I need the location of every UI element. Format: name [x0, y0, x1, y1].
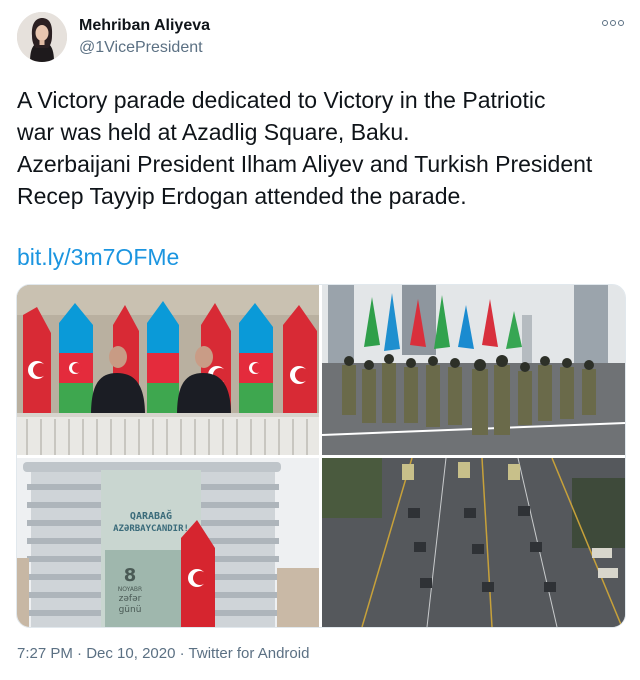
tweet-link[interactable]: bit.ly/3m7OFMe	[17, 244, 179, 271]
banner-date: 8 NOYABR zəfər günü	[117, 566, 143, 616]
tweet-text-line: war was held at Azadlig Square, Baku.	[17, 119, 410, 145]
author-name[interactable]: Mehriban Aliyeva	[79, 17, 210, 35]
photo-marching-soldiers[interactable]	[322, 285, 625, 455]
tweet-text-line: Recep Tayyip Erdogan attended the parade…	[17, 183, 467, 209]
tweet-text: A Victory parade dedicated to Victory in…	[17, 84, 627, 212]
banner-line: QARABAĞ	[129, 511, 173, 522]
author-handle[interactable]: @1VicePresident	[79, 39, 203, 57]
tweet-date[interactable]: Dec 10, 2020	[86, 645, 175, 662]
tweet-text-line: A Victory parade dedicated to Victory in…	[17, 87, 546, 113]
tweet-source[interactable]: Twitter for Android	[189, 645, 310, 662]
banner-word: zəfər	[118, 594, 142, 604]
photo-aerial-vehicles[interactable]	[322, 458, 625, 627]
tweet-text-line: Azerbaijani President Ilham Aliyev and T…	[17, 151, 593, 177]
meta-separator: ·	[179, 645, 185, 662]
tweet: Mehriban Aliyeva @1VicePresident A Victo…	[0, 0, 640, 680]
tweet-time[interactable]: 7:27 PM	[17, 645, 73, 662]
banner-month: NOYABR	[117, 586, 143, 593]
meta-separator: ·	[77, 645, 83, 662]
photo-leaders-podium[interactable]	[17, 285, 319, 455]
banner-word: günü	[118, 605, 142, 615]
banner-number: 8	[123, 565, 137, 586]
tweet-metadata: 7:27 PM · Dec 10, 2020 · Twitter for And…	[17, 645, 309, 662]
more-options-icon[interactable]	[602, 12, 624, 34]
banner-text: QARABAĞ AZƏRBAYCANDIR!	[101, 510, 201, 535]
photo-building-banner[interactable]: QARABAĞ AZƏRBAYCANDIR! 8 NOYABR zəfər gü…	[17, 458, 319, 627]
avatar[interactable]	[17, 12, 67, 62]
media-grid: QARABAĞ AZƏRBAYCANDIR! 8 NOYABR zəfər gü…	[16, 284, 626, 628]
banner-line: AZƏRBAYCANDIR!	[113, 524, 189, 534]
